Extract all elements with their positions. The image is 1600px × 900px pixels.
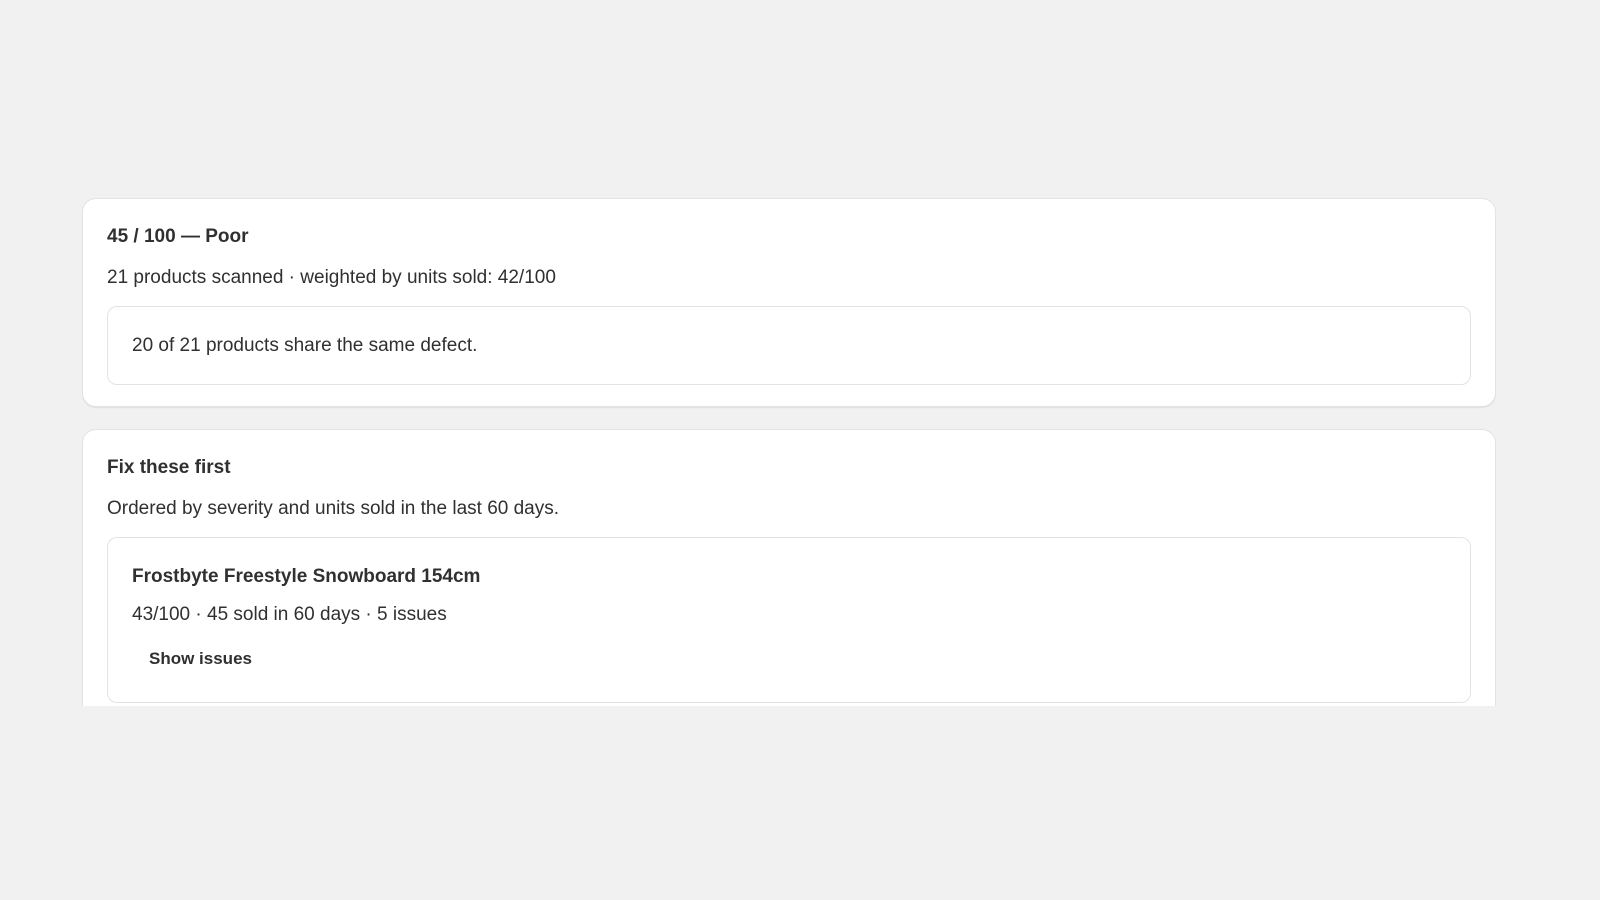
show-issues-button[interactable]: Show issues [132, 643, 269, 675]
score-title: 45 / 100 — Poor [107, 226, 249, 247]
product-meta: 43/100 · 45 sold in 60 days · 5 issues [132, 604, 447, 625]
fix-first-card: Fix these first Ordered by severity and … [82, 429, 1496, 706]
defect-note: 20 of 21 products share the same defect. [132, 334, 478, 356]
main-content: 45 / 100 — Poor 21 products scanned · we… [82, 198, 1496, 706]
score-summary-card: 45 / 100 — Poor 21 products scanned · we… [82, 198, 1496, 407]
defect-callout: 20 of 21 products share the same defect. [107, 306, 1471, 385]
fix-first-title: Fix these first [107, 457, 231, 478]
product-item: Frostbyte Freestyle Snowboard 154cm 43/1… [107, 537, 1471, 703]
score-subtitle: 21 products scanned · weighted by units … [107, 267, 556, 288]
fix-first-subtitle: Ordered by severity and units sold in th… [107, 498, 560, 519]
product-name: Frostbyte Freestyle Snowboard 154cm [132, 566, 481, 587]
app-viewport: 45 / 100 — Poor 21 products scanned · we… [0, 0, 1600, 900]
